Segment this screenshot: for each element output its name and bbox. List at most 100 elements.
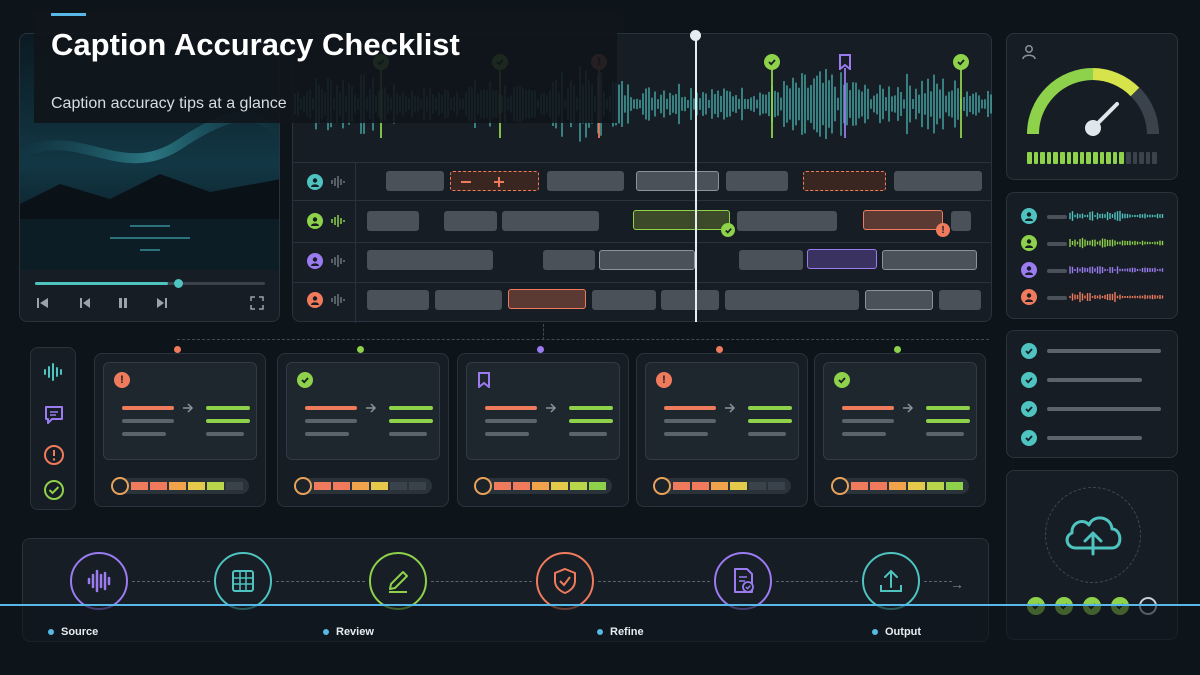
previous-icon[interactable] xyxy=(79,296,93,310)
original-text-line xyxy=(664,419,716,423)
score-segment xyxy=(188,482,205,490)
checklist-item-text xyxy=(1047,349,1161,353)
caption-segment[interactable] xyxy=(725,290,859,310)
checklist-item-check-icon[interactable] xyxy=(1021,343,1037,359)
review-card[interactable] xyxy=(457,353,629,507)
speaker-avatar-teal[interactable] xyxy=(307,174,323,190)
playhead-handle[interactable] xyxy=(690,30,701,41)
checklist-item-check-icon[interactable] xyxy=(1021,430,1037,446)
caption-segment[interactable] xyxy=(547,171,624,191)
checklist-item-check-icon[interactable] xyxy=(1021,372,1037,388)
speaker-avatar-purple[interactable] xyxy=(307,253,323,269)
check-icon[interactable] xyxy=(764,54,780,70)
caption-segment[interactable] xyxy=(435,290,502,310)
alert-icon[interactable] xyxy=(43,444,65,466)
accuracy-score-meter xyxy=(474,477,612,495)
speaker-avatar-coral[interactable] xyxy=(307,292,323,308)
caption-segment[interactable] xyxy=(367,211,419,231)
score-handle[interactable] xyxy=(831,477,849,495)
review-card[interactable] xyxy=(277,353,449,507)
caption-segment[interactable] xyxy=(599,250,695,270)
speaker-avatar-purple[interactable] xyxy=(1021,262,1037,278)
minus-icon[interactable] xyxy=(461,181,471,183)
score-handle[interactable] xyxy=(474,477,492,495)
bookmark-icon[interactable] xyxy=(837,54,853,70)
waveform-icon xyxy=(331,215,345,227)
caption-segment[interactable] xyxy=(726,171,788,191)
pipeline-connector xyxy=(132,581,210,582)
caption-segment[interactable] xyxy=(444,211,497,231)
score-segment xyxy=(589,482,606,490)
review-card[interactable]: ! xyxy=(636,353,808,507)
caption-segment[interactable] xyxy=(543,250,595,270)
caption-segment-error[interactable] xyxy=(508,289,586,309)
side-toolbar xyxy=(30,347,76,510)
upload-icon xyxy=(880,569,902,592)
caption-segment[interactable] xyxy=(367,290,429,310)
review-card[interactable]: ! xyxy=(94,353,266,507)
check-circle-icon[interactable] xyxy=(43,479,65,501)
comment-icon[interactable] xyxy=(43,404,65,426)
caption-segment[interactable] xyxy=(367,250,493,270)
caption-segment-verified[interactable] xyxy=(633,210,730,230)
pause-icon[interactable] xyxy=(116,296,130,310)
speaker-avatar-green[interactable] xyxy=(1021,235,1037,251)
caption-segment[interactable] xyxy=(661,290,719,310)
pipeline-stage-document-check[interactable] xyxy=(714,552,772,610)
corrected-text-line xyxy=(926,406,970,410)
caption-segment[interactable] xyxy=(386,171,444,191)
speaker-waveform xyxy=(1069,237,1164,249)
plus-icon[interactable] xyxy=(493,176,505,188)
playhead[interactable] xyxy=(695,34,697,322)
corrected-text-line xyxy=(206,419,250,423)
pipeline-arrow: → xyxy=(950,576,964,592)
caption-segment[interactable] xyxy=(502,211,599,231)
meter-segment xyxy=(1046,152,1052,164)
caption-segment[interactable] xyxy=(894,171,982,191)
score-handle[interactable] xyxy=(111,477,129,495)
pipeline-stage-waveform[interactable] xyxy=(70,552,128,610)
caption-segment-error[interactable] xyxy=(803,171,886,191)
speaker-avatar-teal[interactable] xyxy=(1021,208,1037,224)
original-text-line xyxy=(305,419,357,423)
check-icon[interactable] xyxy=(953,54,969,70)
timeline-marker-line xyxy=(844,68,846,138)
timeline-marker-line xyxy=(960,68,962,138)
checklist-item-text xyxy=(1047,436,1142,440)
score-handle[interactable] xyxy=(653,477,671,495)
caption-segment[interactable] xyxy=(882,250,977,270)
fullscreen-icon[interactable] xyxy=(250,296,264,310)
caption-segment[interactable] xyxy=(951,211,971,231)
caption-segment[interactable] xyxy=(739,250,803,270)
pipeline-stage-grid[interactable] xyxy=(214,552,272,610)
caption-segment[interactable] xyxy=(865,290,933,310)
pipeline-stage-edit[interactable] xyxy=(369,552,427,610)
caption-segment-error[interactable] xyxy=(863,210,943,230)
pipeline-stage-shield-check[interactable] xyxy=(536,552,594,610)
page-subtitle: Caption accuracy tips at a glance xyxy=(51,95,287,112)
arrow-right-icon xyxy=(725,403,736,413)
next-icon[interactable] xyxy=(154,296,168,310)
video-progress-handle[interactable] xyxy=(174,279,183,288)
speaker-avatar-coral[interactable] xyxy=(1021,289,1037,305)
score-segment xyxy=(730,482,747,490)
legend-dot-review xyxy=(323,629,329,635)
score-handle[interactable] xyxy=(294,477,312,495)
pipeline-connector xyxy=(276,581,365,582)
pipeline-stage-upload[interactable] xyxy=(862,552,920,610)
waveform-icon[interactable] xyxy=(43,362,65,382)
video-progress-track[interactable] xyxy=(35,279,265,288)
speaker-avatar-green[interactable] xyxy=(307,213,323,229)
original-text-line xyxy=(485,406,537,410)
caption-segment[interactable] xyxy=(939,290,981,310)
caption-segment[interactable] xyxy=(592,290,656,310)
checklist-item-check-icon[interactable] xyxy=(1021,401,1037,417)
caption-segment-selected[interactable] xyxy=(807,249,877,269)
caption-segment[interactable] xyxy=(737,211,837,231)
caption-segment[interactable] xyxy=(636,171,719,191)
meter-segment xyxy=(1119,152,1124,164)
review-card[interactable] xyxy=(814,353,986,507)
skip-back-icon[interactable] xyxy=(36,296,50,310)
correction-preview: ! xyxy=(645,362,799,460)
cloud-upload-icon[interactable] xyxy=(1060,508,1126,558)
